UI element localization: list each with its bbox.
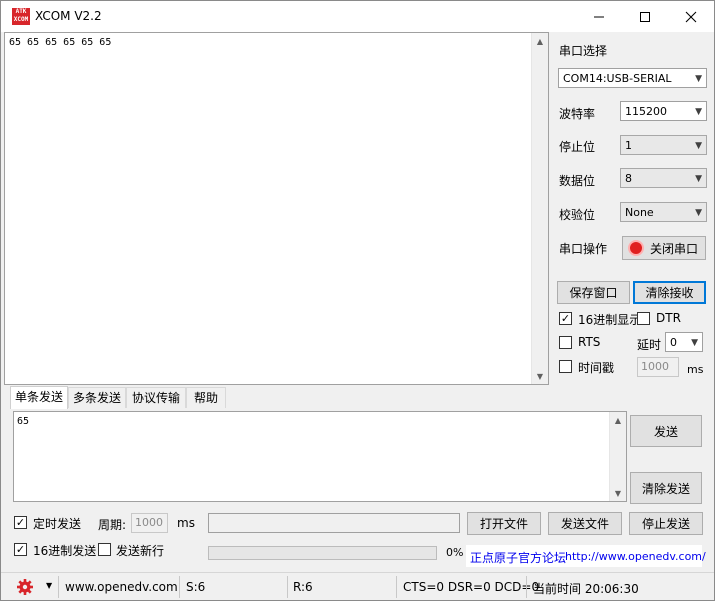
title-bar: ATK XCOM XCOM V2.2: [1, 1, 714, 32]
stop-send-button[interactable]: 停止发送: [629, 512, 703, 535]
timed-send-checkbox[interactable]: ✓: [14, 516, 27, 529]
tab-protocol[interactable]: 协议传输: [126, 387, 186, 408]
status-website[interactable]: www.openedv.com: [65, 580, 178, 594]
maximize-icon[interactable]: [622, 1, 668, 32]
timestamp-interval-input[interactable]: 1000: [637, 357, 679, 377]
scroll-down-icon[interactable]: ▼: [532, 368, 548, 384]
baud-value: 115200: [625, 105, 667, 118]
dtr-checkbox[interactable]: [637, 312, 650, 325]
timed-send-label: 定时发送: [33, 517, 82, 531]
send-file-button[interactable]: 发送文件: [548, 512, 622, 535]
baud-select[interactable]: 115200 ▼: [620, 101, 707, 121]
file-path-input[interactable]: [208, 513, 460, 533]
port-select-value: COM14:USB-SERIAL: [563, 72, 672, 85]
status-current-time: 当前时间 20:06:30: [533, 582, 639, 596]
status-line-states: CTS=0 DSR=0 DCD=0: [403, 580, 540, 594]
send-scrollbar[interactable]: ▲ ▼: [609, 412, 626, 501]
port-select[interactable]: COM14:USB-SERIAL ▼: [558, 68, 707, 88]
data-bits-label: 数据位: [559, 174, 596, 188]
tab-single-send[interactable]: 单条发送: [10, 386, 68, 409]
scroll-up-icon[interactable]: ▲: [610, 412, 626, 428]
port-status-indicator-icon: [629, 242, 642, 254]
scroll-up-icon[interactable]: ▲: [532, 33, 548, 49]
tab-help[interactable]: 帮助: [186, 387, 226, 408]
xcom-window: ATK XCOM XCOM V2.2 65 65 65 65 65 65 ▲ ▼…: [0, 0, 715, 601]
scroll-down-icon[interactable]: ▼: [610, 485, 626, 501]
send-progress-bar: [208, 546, 437, 560]
close-port-button[interactable]: 关闭串口: [622, 236, 706, 260]
timestamp-checkbox[interactable]: [559, 360, 572, 373]
send-textarea[interactable]: 65 ▲ ▼: [13, 411, 627, 502]
stop-bits-value: 1: [625, 139, 632, 152]
timestamp-unit: ms: [687, 363, 704, 376]
hex-display-label: 16进制显示: [578, 313, 642, 327]
delay-select[interactable]: 0 ▼: [665, 332, 703, 352]
parity-value: None: [625, 206, 654, 219]
receive-scrollbar[interactable]: ▲ ▼: [531, 33, 548, 384]
forum-banner: 正点原子官方论坛 http://www.openedv.com/: [466, 545, 706, 567]
period-input[interactable]: 1000: [131, 513, 168, 533]
chevron-down-icon: ▼: [695, 174, 702, 184]
status-bar: ▼ www.openedv.com S:6 R:6 CTS=0 DSR=0 DC…: [1, 572, 714, 600]
chevron-down-icon: ▼: [691, 338, 698, 348]
forum-link[interactable]: http://www.openedv.com/: [565, 550, 706, 563]
chevron-down-icon: ▼: [695, 141, 702, 151]
send-progress-percent: 0%: [446, 546, 464, 559]
port-operation-label: 串口操作: [559, 242, 608, 256]
hex-send-label: 16进制发送: [33, 544, 97, 558]
parity-label: 校验位: [559, 208, 596, 222]
period-unit: ms: [177, 516, 195, 530]
forum-text[interactable]: 正点原子官方论坛: [470, 549, 566, 566]
open-file-button[interactable]: 打开文件: [467, 512, 541, 535]
send-newline-checkbox[interactable]: [98, 543, 111, 556]
close-icon[interactable]: [668, 1, 714, 32]
hex-send-checkbox[interactable]: ✓: [14, 543, 27, 556]
delay-value: 0: [670, 336, 677, 349]
clear-send-button[interactable]: 清除发送: [630, 472, 702, 504]
port-select-label: 串口选择: [559, 44, 608, 58]
rts-checkbox[interactable]: [559, 336, 572, 349]
close-port-label: 关闭串口: [649, 241, 698, 256]
gear-icon[interactable]: [16, 578, 36, 596]
clear-receive-button[interactable]: 清除接收: [633, 281, 706, 304]
timestamp-label: 时间戳: [578, 361, 615, 375]
delay-label: 延时: [637, 338, 662, 352]
send-newline-label: 发送新行: [116, 544, 165, 558]
status-sent-count: S:6: [186, 580, 206, 594]
parity-select[interactable]: None ▼: [620, 202, 707, 222]
period-label: 周期:: [98, 518, 127, 532]
minimize-icon[interactable]: [576, 1, 622, 32]
save-window-button[interactable]: 保存窗口: [557, 281, 630, 304]
dtr-label: DTR: [656, 311, 681, 325]
send-text: 65: [17, 416, 30, 427]
tab-multi-send[interactable]: 多条发送: [68, 387, 126, 408]
data-bits-value: 8: [625, 172, 632, 185]
window-title: XCOM V2.2: [35, 9, 102, 23]
chevron-down-icon: ▼: [695, 107, 702, 117]
app-logo-icon: ATK XCOM: [12, 8, 30, 25]
chevron-down-icon: ▼: [695, 208, 702, 218]
rts-label: RTS: [578, 335, 601, 349]
data-bits-select[interactable]: 8 ▼: [620, 168, 707, 188]
settings-dropdown-icon[interactable]: ▼: [46, 581, 52, 590]
hex-display-checkbox[interactable]: ✓: [559, 312, 572, 325]
receive-text: 65 65 65 65 65 65: [9, 37, 112, 48]
receive-textarea[interactable]: 65 65 65 65 65 65 ▲ ▼: [4, 32, 549, 385]
baud-label: 波特率: [559, 107, 596, 121]
send-button[interactable]: 发送: [630, 415, 702, 447]
chevron-down-icon: ▼: [695, 74, 702, 84]
stop-bits-label: 停止位: [559, 140, 596, 154]
status-received-count: R:6: [293, 580, 313, 594]
stop-bits-select[interactable]: 1 ▼: [620, 135, 707, 155]
